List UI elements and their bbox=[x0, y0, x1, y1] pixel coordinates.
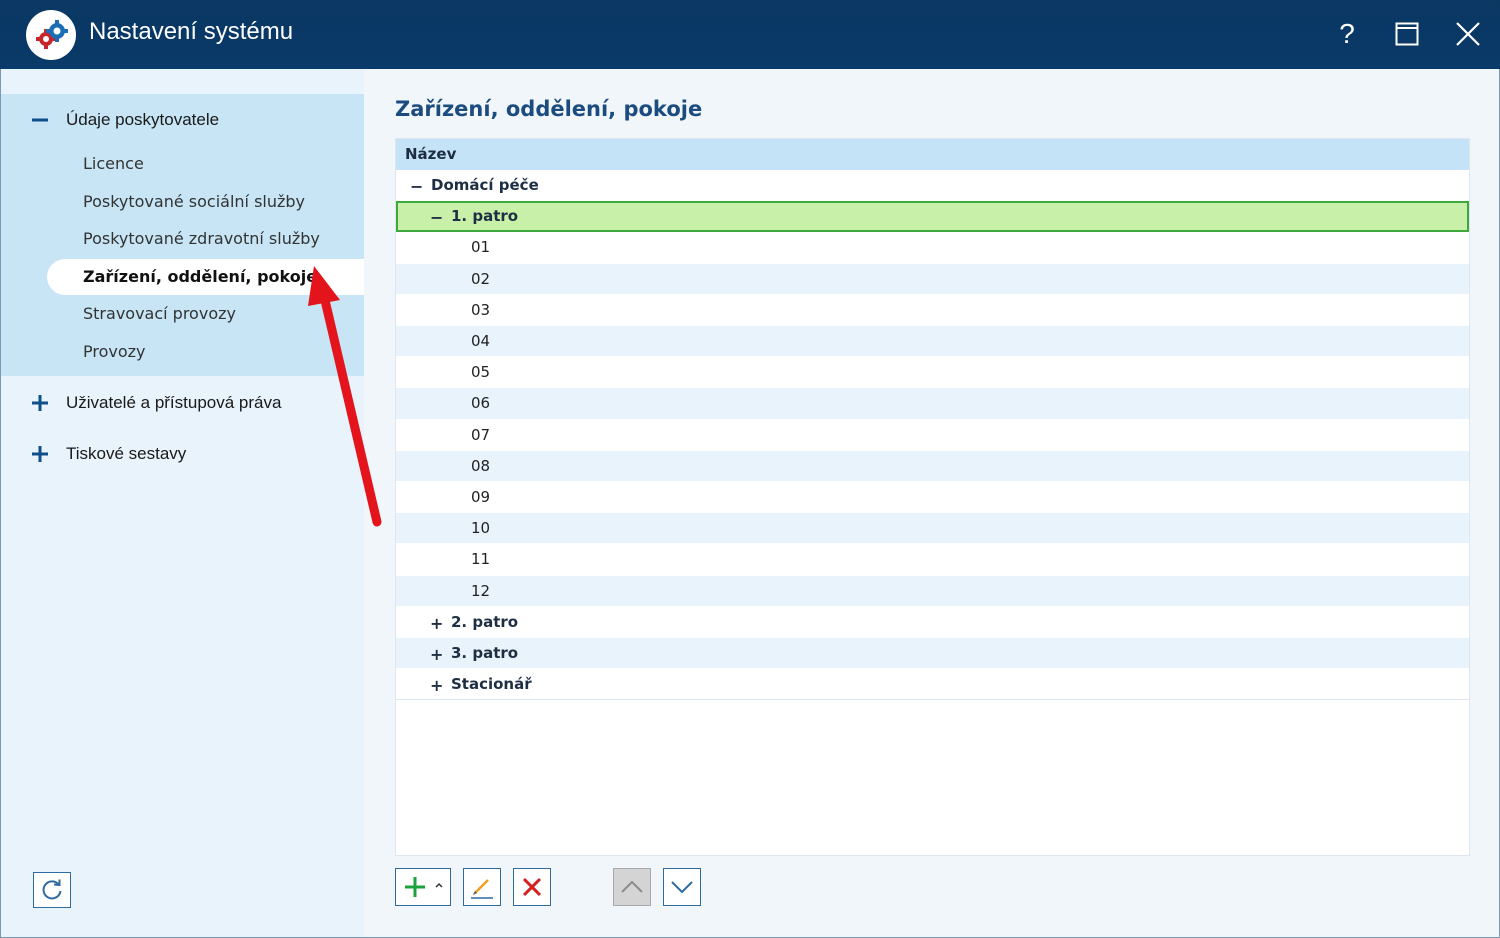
move-up-button[interactable] bbox=[613, 868, 651, 906]
chevron-down-icon bbox=[671, 881, 693, 894]
title-bar: Nastavení systému ? bbox=[0, 0, 1500, 69]
expand-icon[interactable]: + bbox=[430, 614, 443, 633]
column-header-label: Název bbox=[405, 145, 457, 163]
tree-row-label: 03 bbox=[471, 300, 491, 319]
sidebar-group-label: Uživatelé a přístupová práva bbox=[66, 393, 282, 412]
tree-row-floor-3[interactable]: + 3. patro bbox=[396, 638, 1469, 670]
maximize-icon bbox=[1395, 22, 1419, 46]
tree-row-room[interactable]: 11 bbox=[396, 544, 1469, 576]
tree-grid: Název − Domácí péče − 1. patro 01 02 03 … bbox=[395, 138, 1470, 856]
sidebar-group-label: Údaje poskytovatele bbox=[66, 110, 220, 129]
tree-row-room[interactable]: 01 bbox=[396, 232, 1469, 264]
tree-row-room[interactable]: 04 bbox=[396, 326, 1469, 358]
help-icon: ? bbox=[1339, 18, 1355, 49]
tree-row-day-care[interactable]: + Stacionář bbox=[396, 669, 1469, 701]
sidebar-item-label: Zařízení, oddělení, pokoje bbox=[83, 267, 318, 286]
x-icon bbox=[522, 877, 542, 897]
tree-row-label: 3. patro bbox=[451, 644, 519, 662]
tree-row-room[interactable]: 05 bbox=[396, 357, 1469, 389]
delete-button[interactable] bbox=[513, 868, 551, 906]
pencil-icon bbox=[471, 879, 493, 899]
tree-row-room[interactable]: 08 bbox=[396, 450, 1469, 482]
sidebar-item-operations[interactable]: Provozy bbox=[83, 342, 146, 361]
column-header-name[interactable]: Název bbox=[396, 139, 1469, 170]
refresh-button[interactable] bbox=[33, 872, 71, 908]
tree-row-room[interactable]: 09 bbox=[396, 482, 1469, 514]
add-button[interactable] bbox=[395, 868, 451, 906]
tree-row-label: 10 bbox=[471, 519, 491, 538]
tree-row-label: Domácí péče bbox=[431, 176, 539, 194]
sidebar-group-label: Tiskové sestavy bbox=[66, 444, 187, 463]
sidebar-group-reports[interactable]: Tiskové sestavy bbox=[1, 434, 364, 474]
tree-row-label: 08 bbox=[471, 456, 491, 475]
tree-row-room[interactable]: 07 bbox=[396, 420, 1469, 451]
expand-icon[interactable]: + bbox=[430, 645, 443, 664]
tree-row-label: 12 bbox=[471, 581, 491, 600]
minus-icon bbox=[32, 118, 48, 122]
sidebar: Údaje poskytovatele Licence Poskytované … bbox=[1, 69, 367, 937]
maximize-button[interactable] bbox=[1387, 14, 1427, 54]
main-panel: Zařízení, oddělení, pokoje Název − Domác… bbox=[364, 69, 1499, 937]
edit-button[interactable] bbox=[463, 868, 501, 906]
plus-icon bbox=[405, 877, 443, 897]
sidebar-item-licence[interactable]: Licence bbox=[83, 154, 144, 173]
gears-icon bbox=[26, 10, 76, 60]
window-title: Nastavení systému bbox=[89, 18, 294, 45]
tree-row-floor-1[interactable]: − 1. patro bbox=[396, 201, 1469, 233]
tree-row-label: 09 bbox=[471, 488, 491, 506]
tree-row-room[interactable]: 06 bbox=[396, 388, 1469, 420]
tree-row-label: Stacionář bbox=[451, 675, 532, 694]
tree-row-label: 06 bbox=[471, 394, 491, 413]
tree-row-label: 01 bbox=[471, 238, 491, 257]
tree-row-label: 2. patro bbox=[451, 612, 519, 631]
refresh-icon bbox=[42, 879, 62, 900]
collapse-icon[interactable]: − bbox=[430, 208, 443, 227]
collapse-icon[interactable]: − bbox=[410, 177, 423, 196]
sidebar-item-social-services[interactable]: Poskytované sociální služby bbox=[83, 192, 305, 211]
sidebar-item-health-services[interactable]: Poskytované zdravotní služby bbox=[83, 229, 320, 248]
tree-row-label: 1. patro bbox=[451, 207, 519, 225]
sidebar-group-expanded: Údaje poskytovatele Licence Poskytované … bbox=[1, 94, 367, 376]
sidebar-item-facilities[interactable]: Zařízení, oddělení, pokoje bbox=[47, 259, 367, 295]
sidebar-group-provider[interactable]: Údaje poskytovatele bbox=[1, 100, 364, 140]
expand-icon[interactable]: + bbox=[430, 676, 443, 695]
sidebar-item-catering[interactable]: Stravovací provozy bbox=[83, 304, 236, 323]
tree-row-floor-2[interactable]: + 2. patro bbox=[396, 607, 1469, 638]
tree-row-room[interactable]: 02 bbox=[396, 263, 1469, 295]
tree-row-home-care[interactable]: − Domácí péče bbox=[396, 170, 1469, 202]
close-button[interactable] bbox=[1448, 14, 1488, 54]
sidebar-group-users[interactable]: Uživatelé a přístupová práva bbox=[1, 383, 364, 423]
chevron-up-icon bbox=[621, 880, 643, 893]
tree-row-room[interactable]: 10 bbox=[396, 513, 1469, 545]
page-title: Zařízení, oddělení, pokoje bbox=[395, 97, 703, 121]
close-icon bbox=[1456, 22, 1480, 46]
move-down-button[interactable] bbox=[663, 868, 701, 906]
tree-row-label: 02 bbox=[471, 269, 491, 288]
tree-row-label: 11 bbox=[471, 550, 491, 569]
tree-row-room[interactable]: 03 bbox=[396, 295, 1469, 326]
tree-row-label: 04 bbox=[471, 332, 491, 350]
tree-row-label: 07 bbox=[471, 425, 491, 444]
help-button[interactable]: ? bbox=[1327, 14, 1367, 54]
plus-icon bbox=[32, 446, 48, 462]
tree-row-label: 05 bbox=[471, 363, 491, 382]
plus-icon bbox=[32, 395, 48, 411]
tree-row-room[interactable]: 12 bbox=[396, 575, 1469, 607]
